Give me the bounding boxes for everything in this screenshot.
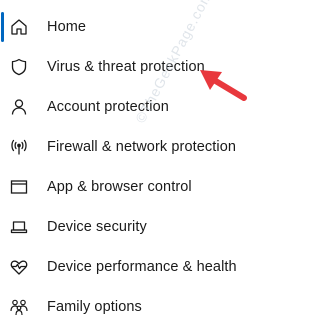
annotation-arrow-icon (200, 70, 247, 101)
shield-icon (9, 57, 29, 77)
sidebar-item-label: Home (47, 19, 87, 35)
sidebar-item-label: Virus & threat protection (47, 59, 205, 75)
heart-pulse-icon (9, 257, 29, 277)
window-icon (9, 177, 29, 197)
sidebar-item-label: Device security (47, 219, 147, 235)
sidebar-item-device-performance-health[interactable]: Device performance & health (0, 247, 308, 287)
selection-indicator (1, 12, 4, 42)
sidebar-item-label: App & browser control (47, 179, 192, 195)
laptop-icon (9, 217, 29, 237)
home-icon (9, 17, 29, 37)
sidebar-item-app-browser-control[interactable]: App & browser control (0, 167, 308, 207)
sidebar-item-label: Firewall & network protection (47, 139, 237, 155)
wifi-antenna-icon (9, 137, 29, 157)
sidebar-item-home[interactable]: Home (0, 7, 308, 47)
sidebar-item-label: Device performance & health (47, 259, 237, 275)
sidebar-item-family-options[interactable]: Family options (0, 287, 308, 327)
sidebar-item-label: Family options (47, 299, 142, 315)
sidebar-item-firewall-network-protection[interactable]: Firewall & network protection (0, 127, 308, 167)
sidebar-item-device-security[interactable]: Device security (0, 207, 308, 247)
family-icon (9, 297, 29, 317)
person-icon (9, 97, 29, 117)
sidebar-nav: Home Virus & threat protection Account p… (0, 7, 308, 327)
